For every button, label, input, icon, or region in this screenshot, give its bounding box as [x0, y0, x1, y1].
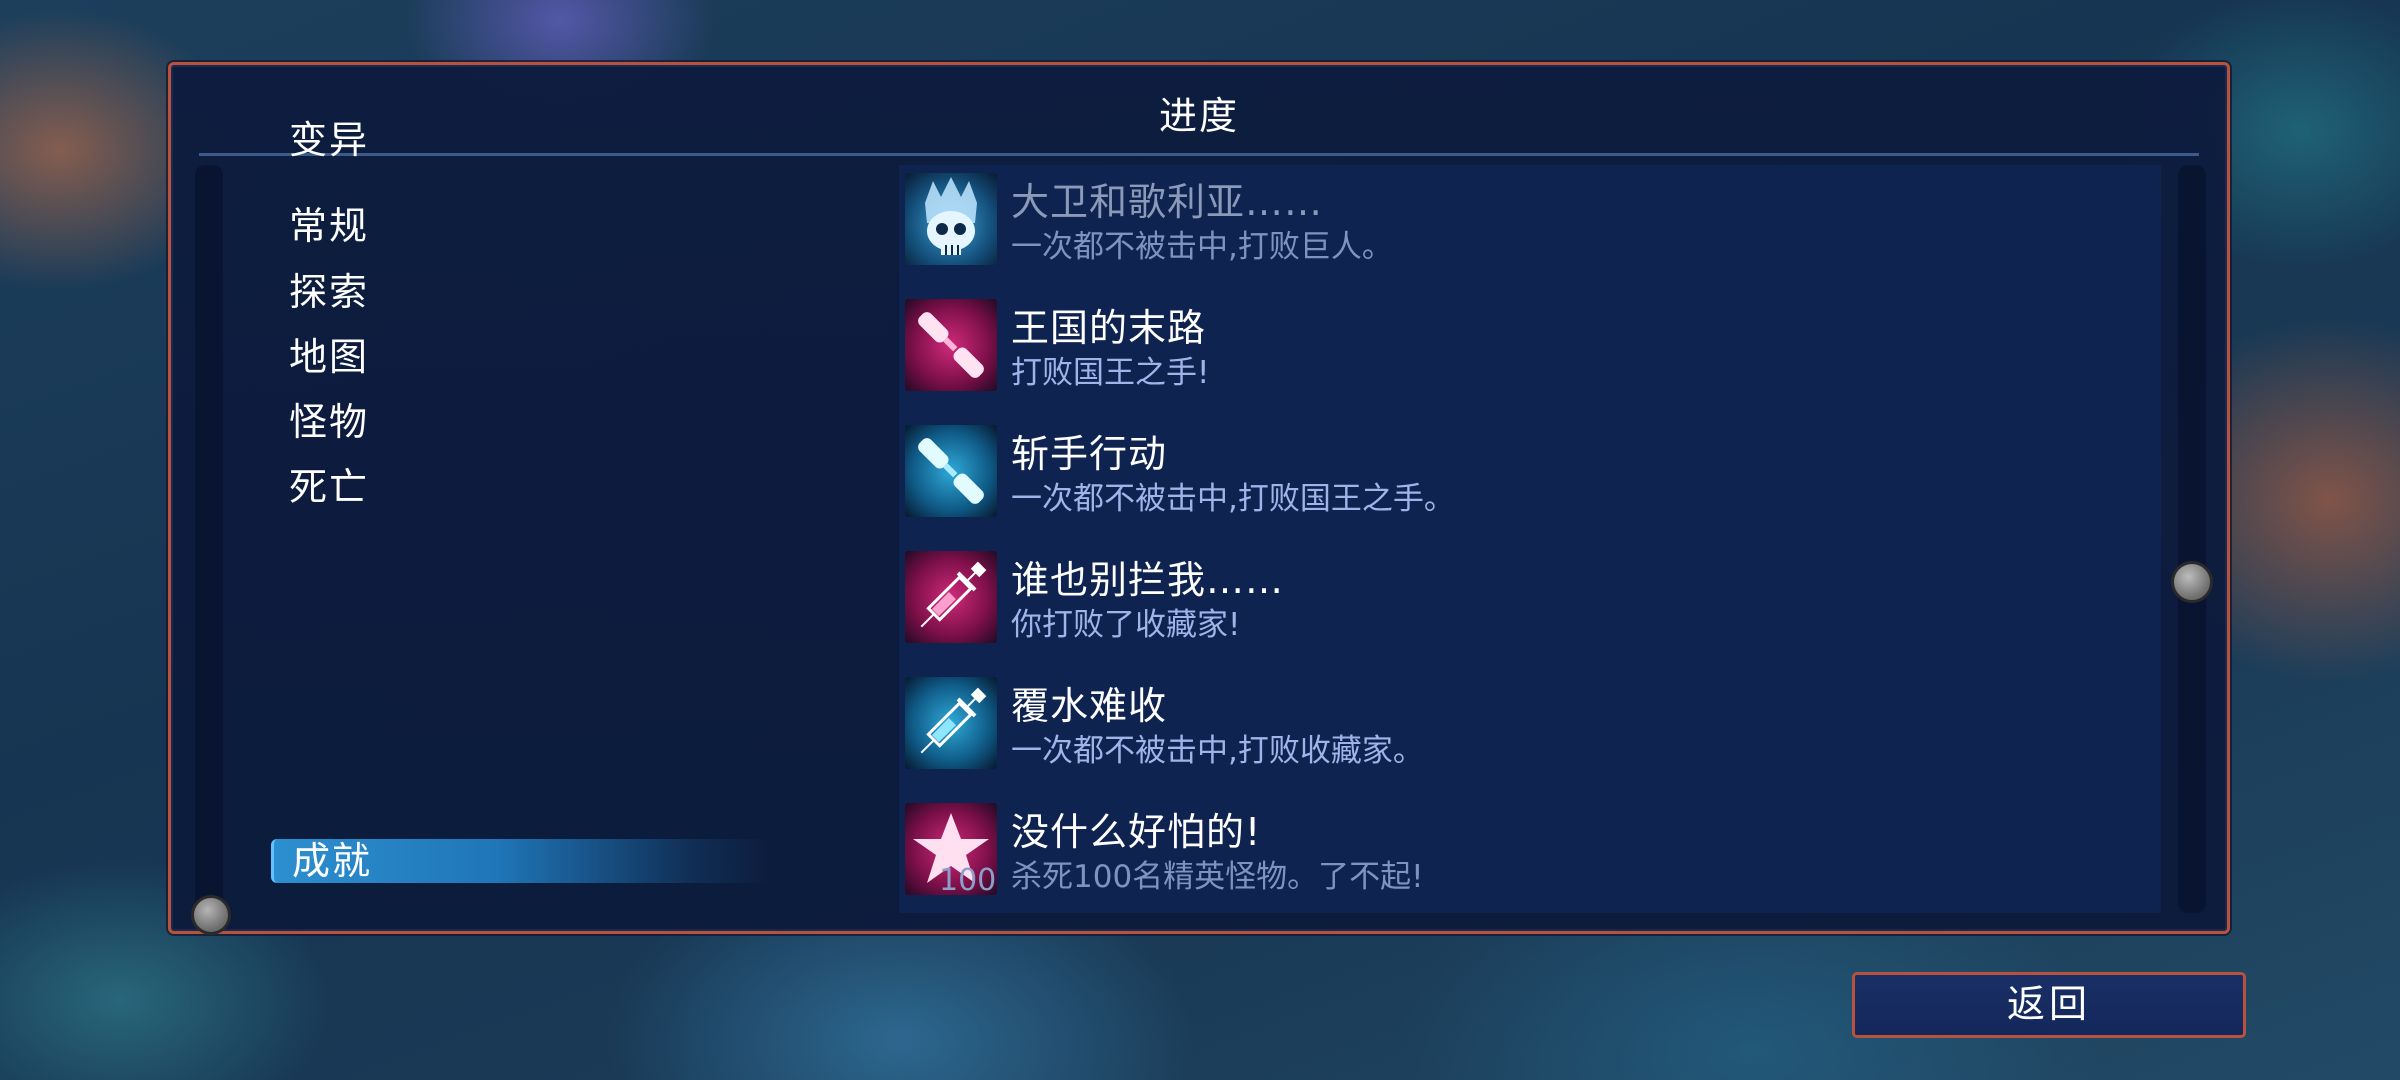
achievement-title: 谁也别拦我……: [1011, 558, 1285, 602]
achievement-item[interactable]: 大卫和歌利亚…… 一次都不被击中,打败巨人。: [899, 167, 2161, 293]
achievement-description: 打败国王之手!: [1011, 355, 1210, 391]
back-button[interactable]: 返回: [1852, 972, 2246, 1038]
achievement-description: 一次都不被击中,打败巨人。: [1011, 229, 1393, 265]
progress-panel: 进度 变异 常规 探索 地图 怪物 死亡 成就 大卫和歌利亚…… 一次都不被击中…: [168, 62, 2230, 935]
category-monsters[interactable]: 怪物: [289, 397, 369, 447]
achievement-item[interactable]: 谁也别拦我…… 你打败了收藏家!: [899, 545, 2161, 671]
achievement-list[interactable]: 大卫和歌利亚…… 一次都不被击中,打败巨人。 王国的末路 打败国王之手! 斩手行…: [899, 165, 2161, 913]
achievement-description: 一次都不被击中,打败收藏家。: [1011, 733, 1424, 769]
achievement-item[interactable]: 斩手行动 一次都不被击中,打败国王之手。: [899, 419, 2161, 545]
achievement-title: 覆水难收: [1011, 684, 1168, 728]
achievement-title: 斩手行动: [1011, 432, 1168, 476]
category-list: 变异 常规 探索 地图 怪物 死亡 成就: [171, 65, 771, 931]
category-mutations[interactable]: 变异: [289, 115, 369, 165]
pink-syringe-icon: [905, 551, 997, 643]
achievement-description: 杀死100名精英怪物。了不起!: [1011, 859, 1424, 895]
category-general[interactable]: 常规: [289, 201, 369, 251]
category-deaths[interactable]: 死亡: [289, 462, 369, 512]
category-map[interactable]: 地图: [289, 332, 369, 382]
achievement-counter: 100: [939, 863, 997, 898]
achievement-description: 一次都不被击中,打败国王之手。: [1011, 481, 1455, 517]
achievement-item[interactable]: 王国的末路 打败国王之手!: [899, 293, 2161, 419]
skull-crown-icon: [905, 173, 997, 265]
achievement-scroll-knob[interactable]: [2171, 561, 2213, 603]
achievement-title: 王国的末路: [1011, 306, 1207, 350]
achievement-scrollbar[interactable]: [2178, 165, 2206, 913]
achievement-title: 没什么好怕的!: [1011, 810, 1262, 854]
cyan-syringe-icon: [905, 677, 997, 769]
category-exploration[interactable]: 探索: [289, 267, 369, 317]
category-achievements[interactable]: 成就: [271, 839, 771, 883]
cyan-blade-icon: [905, 425, 997, 517]
achievement-item[interactable]: 覆水难收 一次都不被击中,打败收藏家。: [899, 671, 2161, 797]
pink-blade-icon: [905, 299, 997, 391]
achievement-title: 大卫和歌利亚……: [1011, 180, 1324, 224]
achievement-description: 你打败了收藏家!: [1011, 607, 1241, 643]
achievement-item[interactable]: 100 没什么好怕的! 杀死100名精英怪物。了不起!: [899, 797, 2161, 913]
